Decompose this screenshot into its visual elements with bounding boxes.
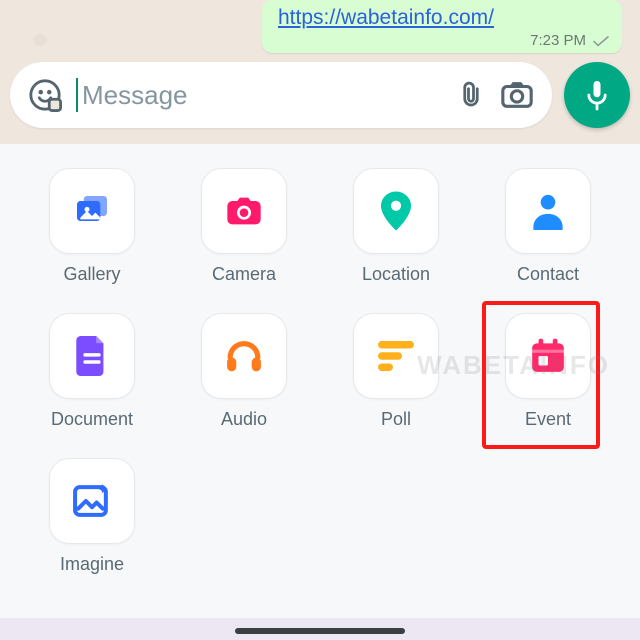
location-icon bbox=[381, 191, 411, 231]
text-caret bbox=[76, 78, 78, 112]
attachment-tile bbox=[353, 313, 439, 399]
attachment-option-audio[interactable]: Audio bbox=[192, 313, 296, 430]
camera-icon bbox=[224, 194, 264, 228]
attachment-tile bbox=[505, 168, 591, 254]
message-meta: 7:23 PM bbox=[278, 32, 610, 49]
composer-pill bbox=[10, 62, 552, 128]
sticker-emoji-icon[interactable] bbox=[28, 78, 62, 112]
audio-icon bbox=[224, 336, 264, 376]
attachment-label: Gallery bbox=[63, 264, 120, 285]
outgoing-message-bubble[interactable]: https://wabetainfo.com/ 7:23 PM bbox=[262, 0, 622, 53]
sent-check-icon bbox=[592, 35, 610, 47]
contact-icon bbox=[530, 192, 566, 230]
message-input[interactable] bbox=[82, 80, 442, 111]
attach-icon[interactable] bbox=[456, 78, 486, 112]
message-time: 7:23 PM bbox=[530, 32, 586, 49]
message-link[interactable]: https://wabetainfo.com/ bbox=[278, 6, 494, 29]
gallery-icon bbox=[72, 191, 112, 231]
mic-icon bbox=[583, 78, 611, 112]
attachment-option-imagine[interactable]: Imagine bbox=[40, 458, 144, 575]
mic-button[interactable] bbox=[564, 62, 630, 128]
attachment-label: Location bbox=[362, 264, 430, 285]
attachment-sheet: Gallery Camera Location Contact Document… bbox=[0, 144, 640, 640]
attachment-label: Document bbox=[51, 409, 133, 430]
attachment-option-poll[interactable]: Poll bbox=[344, 313, 448, 430]
attachment-label: Event bbox=[525, 409, 571, 430]
attachment-option-location[interactable]: Location bbox=[344, 168, 448, 285]
event-icon bbox=[529, 337, 567, 375]
home-indicator bbox=[235, 628, 405, 634]
attachment-tile bbox=[201, 168, 287, 254]
attachment-option-document[interactable]: Document bbox=[40, 313, 144, 430]
camera-shortcut-icon[interactable] bbox=[500, 80, 534, 110]
imagine-icon bbox=[72, 481, 112, 521]
attachment-tile bbox=[49, 168, 135, 254]
attachment-label: Imagine bbox=[60, 554, 124, 575]
attachment-label: Poll bbox=[381, 409, 411, 430]
attachment-option-gallery[interactable]: Gallery bbox=[40, 168, 144, 285]
attachment-tile bbox=[505, 313, 591, 399]
poll-icon bbox=[378, 340, 414, 372]
attachment-tile bbox=[201, 313, 287, 399]
attachment-option-contact[interactable]: Contact bbox=[496, 168, 600, 285]
document-icon bbox=[76, 336, 108, 376]
attachment-tile bbox=[353, 168, 439, 254]
attachment-label: Audio bbox=[221, 409, 267, 430]
composer-row bbox=[10, 62, 630, 128]
attachment-option-camera[interactable]: Camera bbox=[192, 168, 296, 285]
attachment-label: Camera bbox=[212, 264, 276, 285]
attachment-tile bbox=[49, 458, 135, 544]
attachment-option-event[interactable]: Event bbox=[496, 313, 600, 430]
attachment-label: Contact bbox=[517, 264, 579, 285]
attachment-tile bbox=[49, 313, 135, 399]
